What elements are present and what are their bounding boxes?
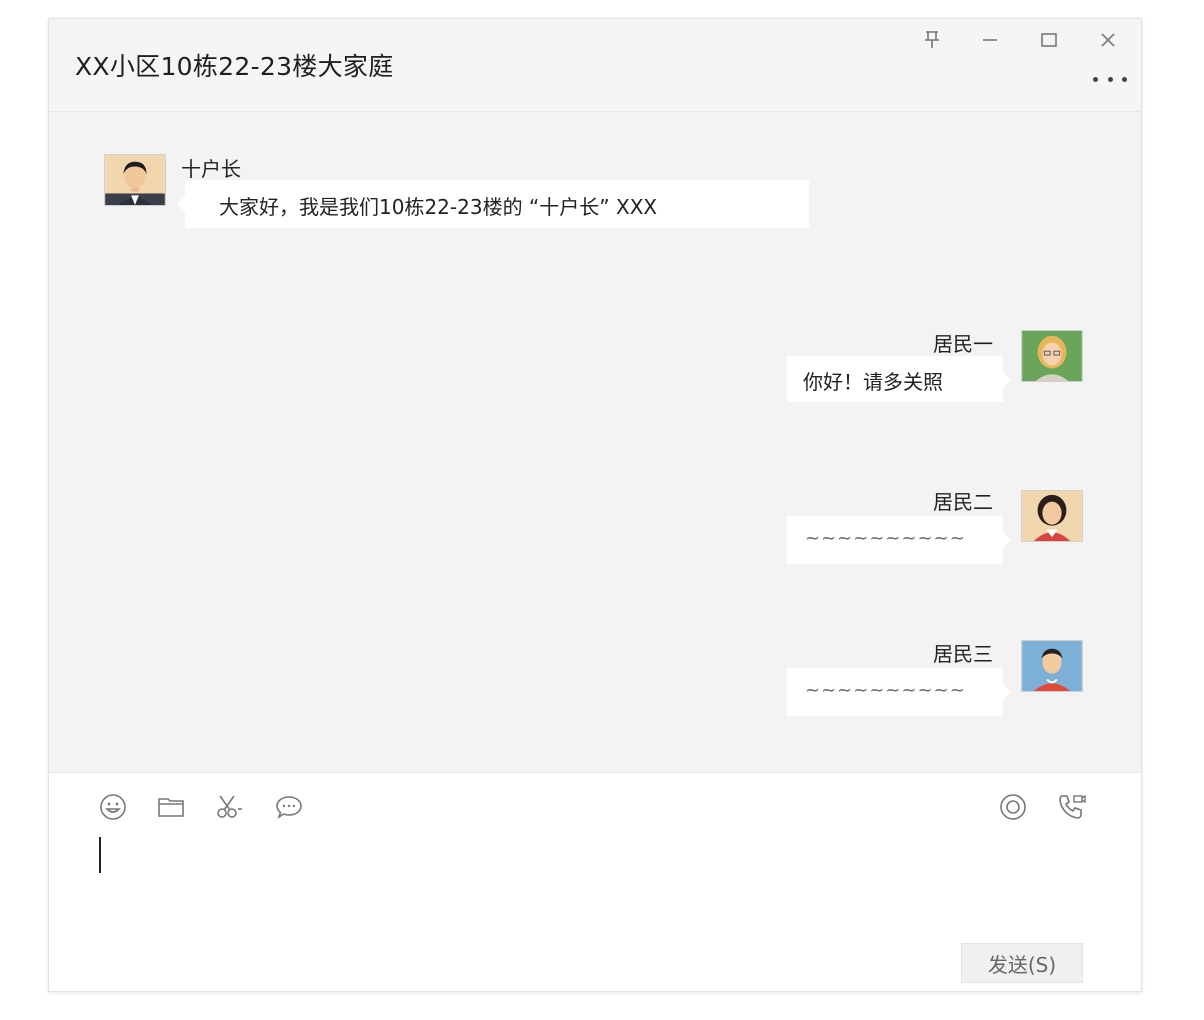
text-caret [99, 837, 101, 873]
more-icon[interactable] [1093, 69, 1127, 89]
maximize-icon-glyph [1041, 33, 1057, 47]
live-icon-glyph [1000, 794, 1026, 820]
more-dot [1093, 76, 1098, 82]
message-bubble[interactable]: 你好！请多关照 [787, 356, 1011, 402]
title-bar: XX小区10栋22-23楼大家庭 [49, 19, 1141, 112]
call-icon[interactable] [1053, 789, 1089, 825]
live-icon[interactable] [995, 789, 1031, 825]
emoji-icon-glyph [100, 794, 126, 820]
female-glasses-avatar-icon [1022, 331, 1082, 381]
message-bubble[interactable]: ~~~~~~~~~~ [787, 668, 1011, 716]
scissors-icon[interactable] [211, 789, 247, 825]
close-icon-glyph [1101, 33, 1115, 47]
sender-name: 居民二 [933, 490, 993, 514]
sender-name: 居民一 [933, 332, 993, 356]
chat-bubble-icon[interactable] [271, 789, 307, 825]
female-dark-hair-avatar-icon [1022, 491, 1082, 541]
chat-window: XX小区10栋22-23楼大家庭 十户长 大家好，我是我们10栋22-23楼的 … [48, 18, 1142, 992]
minimize-icon-glyph [983, 39, 997, 41]
folder-icon[interactable] [153, 789, 189, 825]
pin-icon-glyph [925, 31, 939, 48]
avatar[interactable] [1021, 330, 1083, 382]
avatar[interactable] [104, 154, 166, 206]
more-dot [1107, 76, 1113, 82]
maximize-icon[interactable] [1036, 27, 1062, 53]
call-icon-glyph [1059, 794, 1086, 819]
sender-name: 十户长 [181, 157, 241, 181]
more-dot [1122, 76, 1127, 82]
male-avatar-icon [1022, 641, 1082, 691]
message-list: 十户长 大家好，我是我们10栋22-23楼的 “十户长” XXX 居民一 你好！… [49, 112, 1141, 772]
minimize-icon[interactable] [977, 27, 1003, 53]
male-suit-avatar-icon [105, 155, 165, 205]
message-bubble[interactable]: ~~~~~~~~~~ [787, 516, 1011, 564]
sender-name: 居民三 [933, 642, 993, 666]
send-button[interactable]: 发送(S) [961, 943, 1083, 983]
folder-icon-glyph [158, 798, 184, 817]
chat-bubble-icon-glyph [276, 796, 302, 819]
avatar[interactable] [1021, 640, 1083, 692]
composer: 发送(S) [49, 772, 1141, 991]
avatar[interactable] [1021, 490, 1083, 542]
emoji-icon[interactable] [95, 789, 131, 825]
pin-icon[interactable] [919, 27, 945, 53]
close-icon[interactable] [1095, 27, 1121, 53]
message-bubble[interactable]: 大家好，我是我们10栋22-23楼的 “十户长” XXX [177, 180, 809, 228]
message-input[interactable] [89, 833, 1099, 933]
scissors-icon-glyph [217, 795, 242, 818]
chat-title: XX小区10栋22-23楼大家庭 [75, 52, 394, 81]
